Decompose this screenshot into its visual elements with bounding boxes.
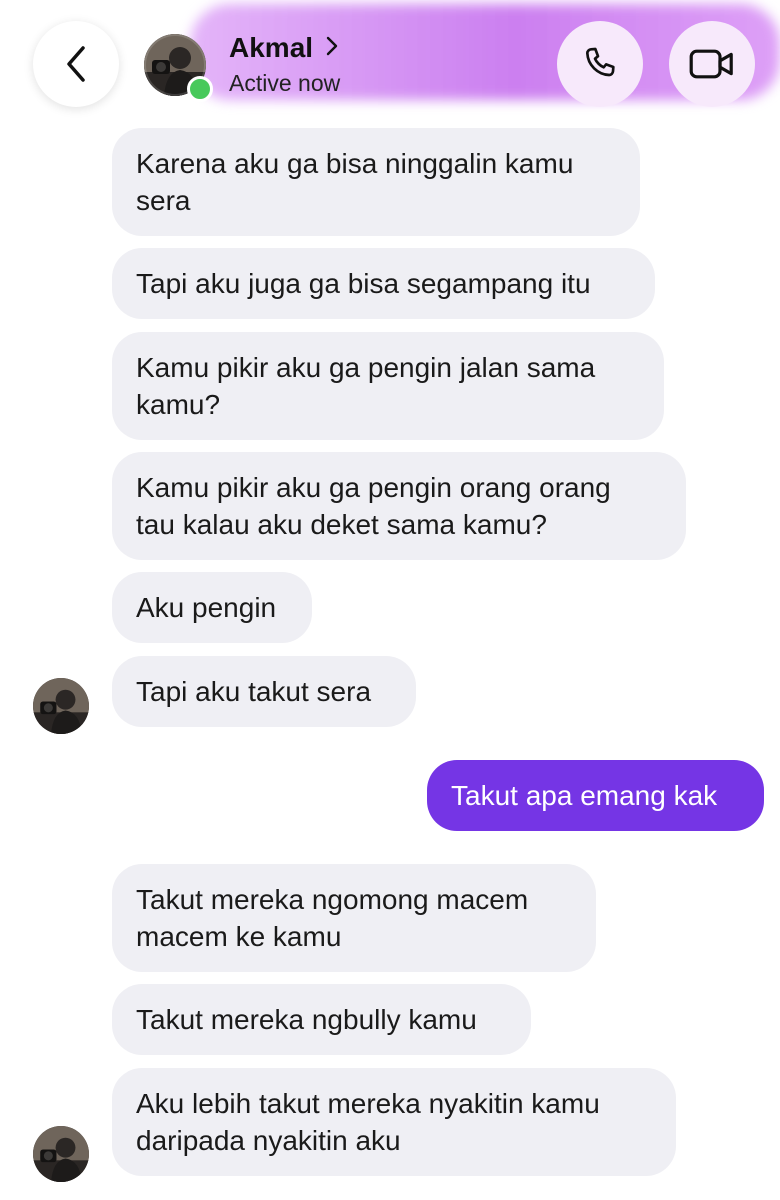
contact-name[interactable]: Akmal bbox=[229, 32, 313, 64]
message-text-line: Takut mereka ngbully kamu bbox=[136, 1004, 477, 1035]
incoming-message-bubble[interactable]: Takut mereka ngomong macem macem ke kamu bbox=[112, 864, 596, 972]
message-text-line: tau kalau aku deket sama kamu? bbox=[136, 509, 547, 540]
message-text-line: Aku pengin bbox=[136, 592, 277, 623]
incoming-message-bubble[interactable]: Kamu pikir aku ga pengin jalan sama kamu? bbox=[112, 332, 664, 440]
chevron-right-icon bbox=[325, 33, 339, 64]
incoming-message-bubble[interactable]: Tapi aku takut sera bbox=[112, 656, 416, 727]
outgoing-message-bubble[interactable]: Takut apa emang kak bbox=[427, 760, 764, 831]
message-text-line: sera bbox=[136, 185, 191, 216]
video-call-button[interactable] bbox=[669, 21, 755, 107]
message-text-line: Kamu pikir aku ga pengin jalan sama bbox=[136, 352, 596, 383]
back-button[interactable] bbox=[33, 21, 119, 107]
incoming-message-bubble[interactable]: Takut mereka ngbully kamu bbox=[112, 984, 531, 1055]
message-text-line: Karena aku ga bisa ninggalin kamu bbox=[136, 148, 574, 179]
incoming-message-bubble[interactable]: Aku pengin bbox=[112, 572, 312, 643]
incoming-message-bubble[interactable]: Tapi aku juga ga bisa segampang itu bbox=[112, 248, 655, 319]
avatar-photo bbox=[33, 678, 89, 734]
message-text-line: macem ke kamu bbox=[136, 921, 342, 952]
phone-icon bbox=[586, 47, 615, 77]
contact-status: Active now bbox=[229, 70, 341, 96]
message-text-line: kamu? bbox=[136, 389, 221, 420]
incoming-message-bubble[interactable]: Kamu pikir aku ga pengin orang orang tau … bbox=[112, 452, 686, 560]
message-text-line: Kamu pikir aku ga pengin orang orang bbox=[136, 472, 611, 503]
incoming-message-bubble[interactable]: Aku lebih takut mereka nyakitin kamu dari… bbox=[112, 1068, 676, 1176]
message-avatar[interactable] bbox=[33, 678, 89, 734]
message-text-line: Tapi aku juga ga bisa segampang itu bbox=[136, 268, 591, 299]
incoming-message-bubble[interactable]: Karena aku ga bisa ninggalin kamu sera bbox=[112, 128, 640, 236]
message-text-line: Takut mereka ngomong macem bbox=[136, 884, 529, 915]
contact-info[interactable]: Akmal Active now bbox=[229, 32, 340, 97]
chevron-left-icon bbox=[67, 46, 85, 82]
message-text-line: Aku lebih takut mereka nyakitin kamu bbox=[136, 1088, 600, 1119]
message-text-line: Tapi aku takut sera bbox=[136, 676, 372, 707]
video-camera-icon bbox=[689, 49, 733, 79]
online-status-dot bbox=[187, 76, 213, 102]
voice-call-button[interactable] bbox=[557, 21, 643, 107]
message-text-line: Takut apa emang kak bbox=[451, 780, 718, 811]
message-avatar[interactable] bbox=[33, 1126, 89, 1182]
avatar-photo bbox=[33, 1126, 89, 1182]
message-text-line: daripada nyakitin aku bbox=[136, 1125, 401, 1156]
